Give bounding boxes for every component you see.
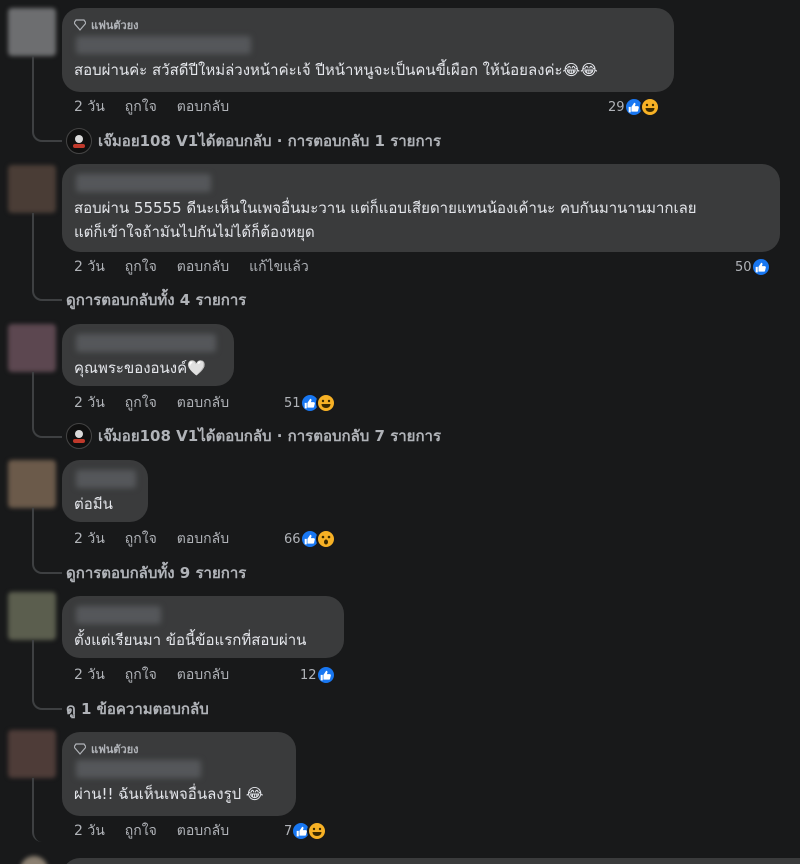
avatar[interactable] xyxy=(8,592,56,640)
like-icon xyxy=(315,665,336,685)
avatar[interactable] xyxy=(20,856,48,864)
comment-text-line2: แต่ก็เข้าใจถ้ามันไปกันไม่ได้ก็ต้องหยุด xyxy=(74,223,315,241)
laugh-icon xyxy=(315,393,336,413)
view-replies-link[interactable]: ดูการตอบกลับทั้ง 9 รายการ xyxy=(66,562,246,584)
comment-text-line1: สอบผ่าน 55555 ดีนะเห็นในเพจอื่นมะวาน แต่… xyxy=(74,199,697,217)
author-name[interactable] xyxy=(76,760,201,778)
like-button[interactable]: ถูกใจ xyxy=(125,392,157,414)
reaction-count: 29 xyxy=(608,99,625,115)
reply-count: ได้ตอบกลับ · การตอบกลับ 1 รายการ xyxy=(198,132,442,150)
reply-summary[interactable]: เจ๊มอย108 V1 ได้ตอบกลับ · การตอบกลับ 1 ร… xyxy=(66,128,442,154)
like-icon xyxy=(750,257,771,277)
timestamp[interactable]: 2 วัน xyxy=(74,96,105,118)
reactions[interactable]: 50 xyxy=(735,256,771,278)
reply-author: เจ๊มอย108 V1 xyxy=(98,132,199,150)
reaction-count: 50 xyxy=(735,259,752,275)
comment-actions: 2 วัน ถูกใจ ตอบกลับ xyxy=(74,97,249,117)
thread-line xyxy=(32,213,62,301)
like-button[interactable]: ถูกใจ xyxy=(125,96,157,118)
thread-line xyxy=(32,508,62,574)
thread-line xyxy=(32,56,62,142)
comment-bubble: ตั้งแต่เรียนมา ข้อนี้ข้อแรกที่สอบผ่าน xyxy=(62,596,344,658)
reactions[interactable]: 51 xyxy=(284,392,336,414)
reply-button[interactable]: ตอบกลับ xyxy=(177,528,229,550)
view-replies-link[interactable]: ดูการตอบกลับทั้ง 4 รายการ xyxy=(66,289,246,311)
comment-actions: 2 วัน ถูกใจ ตอบกลับ xyxy=(74,665,249,685)
comment-actions: 2 วัน ถูกใจ ตอบกลับ xyxy=(74,529,249,549)
badge-label: แฟนตัวยง xyxy=(91,19,139,32)
author-name[interactable] xyxy=(76,334,216,352)
comment-bubble: แฟนตัวยง สอบผ่านค่ะ สวัสดีปีใหม่ล่วงหน้า… xyxy=(62,8,674,92)
fan-badge: แฟนตัวยง xyxy=(74,16,662,34)
author-name[interactable] xyxy=(76,174,211,192)
comment-actions: 2 วัน ถูกใจ ตอบกลับ แก้ไขแล้ว xyxy=(74,257,329,277)
reply-button[interactable]: ตอบกลับ xyxy=(177,820,229,842)
thread-line xyxy=(32,640,62,710)
comment-bubble-partial xyxy=(62,858,800,864)
like-button[interactable]: ถูกใจ xyxy=(125,256,157,278)
comment-text: คุณพระของอนงค์🤍 xyxy=(74,359,206,377)
edited-label: แก้ไขแล้ว xyxy=(249,259,309,275)
comment-bubble: แฟนตัวยง ผ่าน!! ฉันเห็นเพจอื่นลงรูป 😂 xyxy=(62,732,296,816)
comment-text: ต่อมีน xyxy=(74,495,113,513)
timestamp[interactable]: 2 วัน xyxy=(74,256,105,278)
comment-actions: 2 วัน ถูกใจ ตอบกลับ xyxy=(74,821,249,841)
comment-text: สอบผ่านค่ะ สวัสดีปีใหม่ล่วงหน้าค่ะเจ้ ปี… xyxy=(74,61,598,79)
page-avatar xyxy=(66,423,92,449)
reaction-count: 12 xyxy=(300,667,317,683)
avatar[interactable] xyxy=(8,460,56,508)
thread-line xyxy=(32,778,62,842)
reply-button[interactable]: ตอบกลับ xyxy=(177,256,229,278)
avatar[interactable] xyxy=(8,324,56,372)
author-name[interactable] xyxy=(76,606,161,624)
reactions[interactable]: 12 xyxy=(300,664,336,686)
laugh-icon xyxy=(639,97,660,117)
avatar[interactable] xyxy=(8,165,56,213)
reply-summary[interactable]: เจ๊มอย108 V1 ได้ตอบกลับ · การตอบกลับ 7 ร… xyxy=(66,423,442,449)
comment-bubble: คุณพระของอนงค์🤍 xyxy=(62,324,234,386)
author-name[interactable] xyxy=(76,470,136,488)
reply-count: ได้ตอบกลับ · การตอบกลับ 7 รายการ xyxy=(198,427,442,445)
wow-icon xyxy=(315,529,336,549)
avatar[interactable] xyxy=(8,730,56,778)
comment-bubble: ต่อมีน xyxy=(62,460,148,522)
reply-button[interactable]: ตอบกลับ xyxy=(177,392,229,414)
like-button[interactable]: ถูกใจ xyxy=(125,820,157,842)
diamond-icon xyxy=(74,743,86,755)
comment-actions: 2 วัน ถูกใจ ตอบกลับ xyxy=(74,393,249,413)
fan-badge: แฟนตัวยง xyxy=(74,740,284,758)
page-avatar xyxy=(66,128,92,154)
timestamp[interactable]: 2 วัน xyxy=(74,392,105,414)
timestamp[interactable]: 2 วัน xyxy=(74,528,105,550)
thread-line xyxy=(32,372,62,438)
timestamp[interactable]: 2 วัน xyxy=(74,820,105,842)
avatar[interactable] xyxy=(8,8,56,56)
reply-author: เจ๊มอย108 V1 xyxy=(98,427,199,445)
laugh-icon xyxy=(307,821,328,841)
comment-text: ตั้งแต่เรียนมา ข้อนี้ข้อแรกที่สอบผ่าน xyxy=(74,631,307,649)
diamond-icon xyxy=(74,19,86,31)
like-button[interactable]: ถูกใจ xyxy=(125,528,157,550)
reply-button[interactable]: ตอบกลับ xyxy=(177,664,229,686)
comment-text: ผ่าน!! ฉันเห็นเพจอื่นลงรูป 😂 xyxy=(74,785,264,803)
badge-label: แฟนตัวยง xyxy=(91,743,139,756)
reactions[interactable]: 7 xyxy=(284,820,328,842)
author-name[interactable] xyxy=(76,36,251,54)
reactions[interactable]: 29 xyxy=(608,96,660,118)
reply-button[interactable]: ตอบกลับ xyxy=(177,96,229,118)
reaction-count: 51 xyxy=(284,395,301,411)
timestamp[interactable]: 2 วัน xyxy=(74,664,105,686)
reactions[interactable]: 66 xyxy=(284,528,336,550)
comment-bubble: สอบผ่าน 55555 ดีนะเห็นในเพจอื่นมะวาน แต่… xyxy=(62,164,780,252)
reaction-count: 66 xyxy=(284,531,301,547)
view-replies-link[interactable]: ดู 1 ข้อความตอบกลับ xyxy=(66,698,209,720)
like-button[interactable]: ถูกใจ xyxy=(125,664,157,686)
